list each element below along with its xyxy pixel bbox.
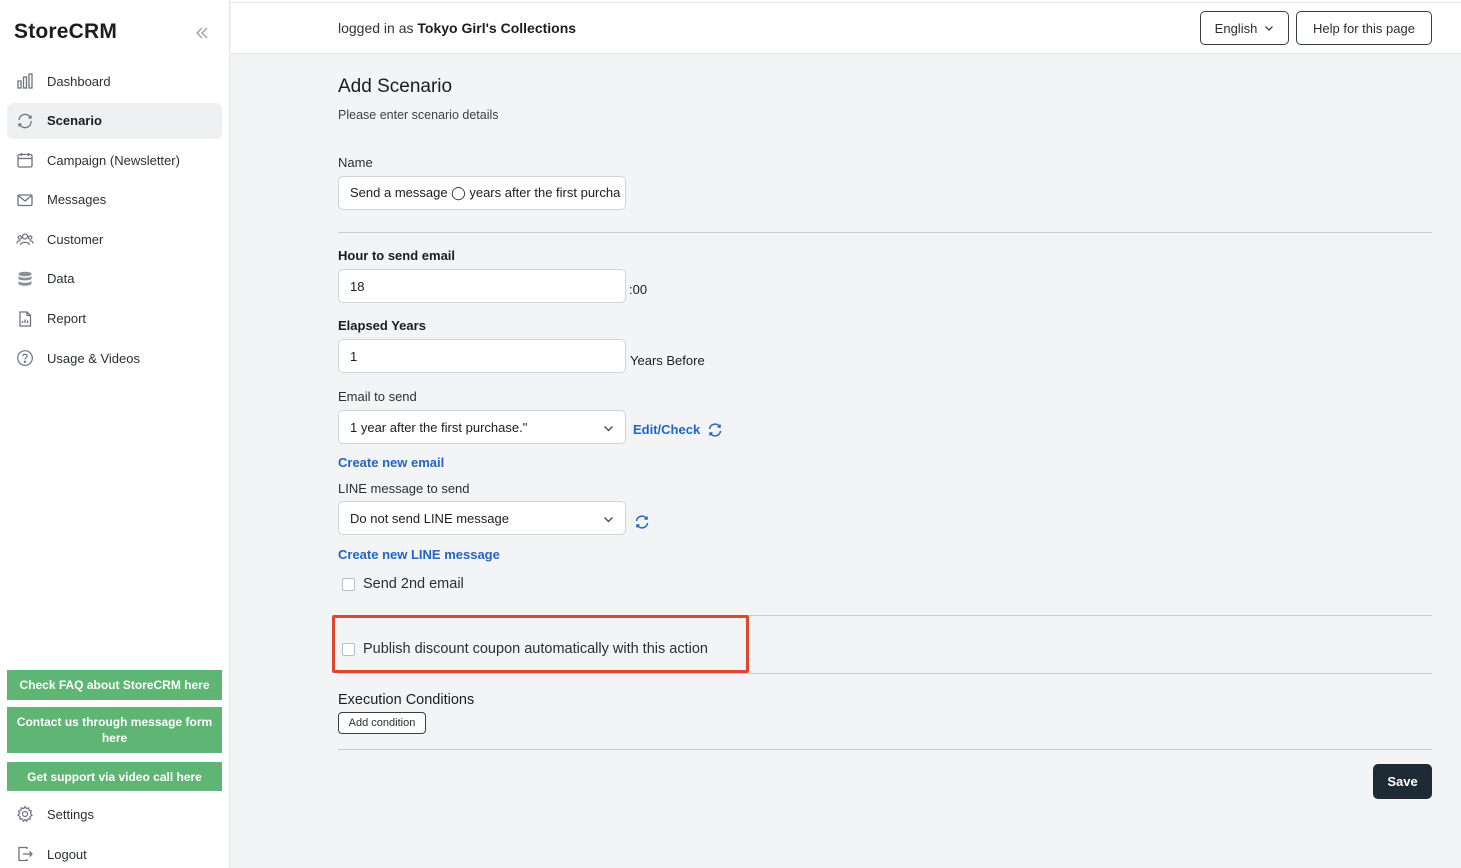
sidebar-item-campaign[interactable]: Campaign (Newsletter) — [7, 142, 222, 178]
name-label: Name — [338, 155, 373, 170]
line-message-select[interactable]: Do not send LINE message — [338, 501, 626, 535]
sidebar-item-label: Report — [47, 311, 87, 327]
line-selected-value: Do not send LINE message — [350, 510, 509, 526]
elapsed-years-input[interactable]: 1 — [338, 339, 626, 373]
coupon-row: Publish discount coupon automatically wi… — [342, 641, 708, 657]
refresh-icon — [16, 112, 34, 130]
refresh-email-icon[interactable] — [707, 422, 723, 438]
contact-form-button[interactable]: Contact us through message form here — [7, 707, 222, 753]
hour-suffix: :00 — [629, 282, 648, 297]
years-suffix: Years Before — [630, 353, 705, 368]
sidebar-item-label: Customer — [47, 231, 104, 247]
logout-icon — [16, 845, 34, 863]
execution-conditions-title: Execution Conditions — [338, 692, 475, 708]
page-subtitle: Please enter scenario details — [338, 108, 499, 122]
database-icon — [16, 270, 34, 288]
store-name: Tokyo Girl's Collections — [417, 20, 577, 36]
video-support-button[interactable]: Get support via video call here — [7, 762, 222, 791]
faq-button[interactable]: Check FAQ about StoreCRM here — [7, 670, 222, 700]
sidebar-item-messages[interactable]: Messages — [7, 182, 222, 218]
sidebar-nav: Dashboard Scenario Campaign (Newsletter)… — [7, 63, 222, 380]
sidebar-item-report[interactable]: Report — [7, 301, 222, 337]
chevron-down-icon — [604, 426, 613, 432]
sidebar-item-dashboard[interactable]: Dashboard — [7, 63, 222, 99]
email-selected-value: 1 year after the first purchase." — [350, 419, 528, 435]
help-page-button[interactable]: Help for this page — [1296, 11, 1432, 45]
years-label: Elapsed Years — [338, 318, 426, 333]
sidebar-item-label: Settings — [47, 806, 94, 822]
app-logo: StoreCRM — [14, 20, 118, 43]
calendar-icon — [16, 151, 34, 169]
logged-in-prefix: logged in as — [338, 20, 414, 36]
sidebar-item-logout[interactable]: Logout — [7, 839, 222, 868]
collapse-sidebar-icon[interactable] — [193, 24, 211, 42]
sidebar-item-label: Dashboard — [47, 73, 111, 89]
sidebar-item-label: Usage & Videos — [47, 350, 140, 366]
chevron-down-icon — [604, 517, 613, 523]
divider — [338, 673, 1432, 674]
sidebar-item-customer[interactable]: Customer — [7, 221, 222, 257]
sidebar-item-scenario[interactable]: Scenario — [7, 102, 222, 139]
gear-icon — [16, 805, 34, 823]
coupon-checkbox[interactable] — [342, 642, 355, 656]
create-line-message-link[interactable]: Create new LINE message — [338, 547, 500, 562]
sidebar-item-label: Campaign (Newsletter) — [47, 152, 180, 168]
language-select[interactable]: English — [1200, 11, 1289, 45]
sidebar-item-label: Logout — [47, 846, 87, 862]
sidebar-item-label: Data — [47, 271, 75, 287]
create-email-link[interactable]: Create new email — [338, 455, 444, 470]
name-input[interactable]: Send a message ◯ years after the first p… — [338, 176, 626, 210]
sidebar-item-usage-videos[interactable]: Usage & Videos — [7, 340, 222, 376]
logged-in-text: logged in as Tokyo Girl's Collections — [338, 20, 576, 36]
email-label: Email to send — [338, 389, 417, 404]
coupon-label: Publish discount coupon automatically wi… — [363, 641, 708, 657]
second-email-row: Send 2nd email — [342, 576, 464, 592]
add-condition-button[interactable]: Add condition — [338, 712, 426, 734]
line-label: LINE message to send — [338, 481, 470, 496]
divider — [338, 232, 1432, 233]
sidebar-item-settings[interactable]: Settings — [7, 799, 222, 829]
sidebar: StoreCRM Dashboard Scenario Campaign (Ne… — [0, 0, 230, 868]
envelope-icon — [16, 191, 34, 209]
email-select[interactable]: 1 year after the first purchase." — [338, 410, 626, 444]
hour-input[interactable]: 18 — [338, 269, 626, 303]
chevron-down-icon — [1265, 26, 1274, 31]
users-icon — [16, 230, 34, 248]
refresh-line-icon[interactable] — [634, 514, 650, 530]
edit-check-link[interactable]: Edit/Check — [633, 422, 700, 437]
second-email-checkbox[interactable] — [342, 577, 355, 591]
document-icon — [16, 310, 34, 328]
second-email-label: Send 2nd email — [363, 576, 464, 592]
sidebar-item-label: Scenario — [47, 113, 102, 129]
divider — [338, 749, 1432, 750]
save-button[interactable]: Save — [1373, 764, 1432, 799]
language-label: English — [1214, 20, 1258, 36]
page-title: Add Scenario — [338, 76, 453, 97]
question-circle-icon — [16, 349, 34, 367]
hour-label: Hour to send email — [338, 248, 456, 263]
bar-chart-icon — [16, 72, 34, 90]
sidebar-item-data[interactable]: Data — [7, 261, 222, 297]
top-header: logged in as Tokyo Girl's Collections En… — [231, 3, 1461, 54]
sidebar-item-label: Messages — [47, 192, 107, 208]
